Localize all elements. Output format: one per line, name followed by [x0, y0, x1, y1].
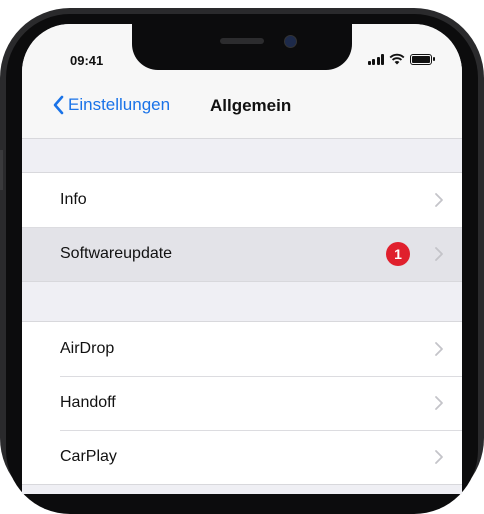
back-button-label: Einstellungen [68, 95, 171, 114]
notification-badge: 1 [386, 242, 410, 266]
battery-icon [410, 53, 435, 65]
list-item-handoff[interactable]: Handoff [22, 376, 462, 430]
list-item-softwareupdate[interactable]: Softwareupdate 1 [22, 227, 462, 281]
chevron-right-icon [435, 193, 443, 207]
speaker-grille [220, 38, 264, 44]
front-camera [284, 35, 297, 48]
list-item-label: Info [60, 191, 87, 208]
settings-group-2: AirDrop Handoff CarPlay [22, 321, 462, 485]
status-icons [367, 52, 435, 66]
side-button [0, 150, 3, 190]
cellular-signal-icon [367, 53, 384, 65]
chevron-right-icon [435, 342, 443, 356]
list-item-label: AirDrop [60, 340, 115, 357]
chevron-right-icon [435, 247, 443, 261]
wifi-icon [389, 53, 405, 65]
chevron-right-icon [435, 450, 443, 464]
navigation-bar: Einstellungen Allgemein [22, 74, 462, 139]
chevron-right-icon [435, 396, 443, 410]
list-item-info[interactable]: Info [22, 173, 462, 227]
list-item-label: Handoff [60, 394, 116, 411]
settings-group-1: Info Softwareupdate 1 [22, 172, 462, 282]
list-item-carplay[interactable]: CarPlay [22, 430, 462, 484]
status-time: 09:41 [70, 53, 104, 68]
back-button[interactable]: Einstellungen [52, 95, 170, 115]
chevron-left-icon [53, 95, 64, 115]
page-title: Allgemein [210, 96, 292, 115]
list-item-label: CarPlay [60, 448, 117, 465]
list-item-airdrop[interactable]: AirDrop [22, 322, 462, 376]
list-item-label: Softwareupdate [60, 245, 173, 262]
notch [132, 24, 352, 70]
screen: 09:41 Einstellungen Allgemein Info Softw… [22, 24, 462, 494]
